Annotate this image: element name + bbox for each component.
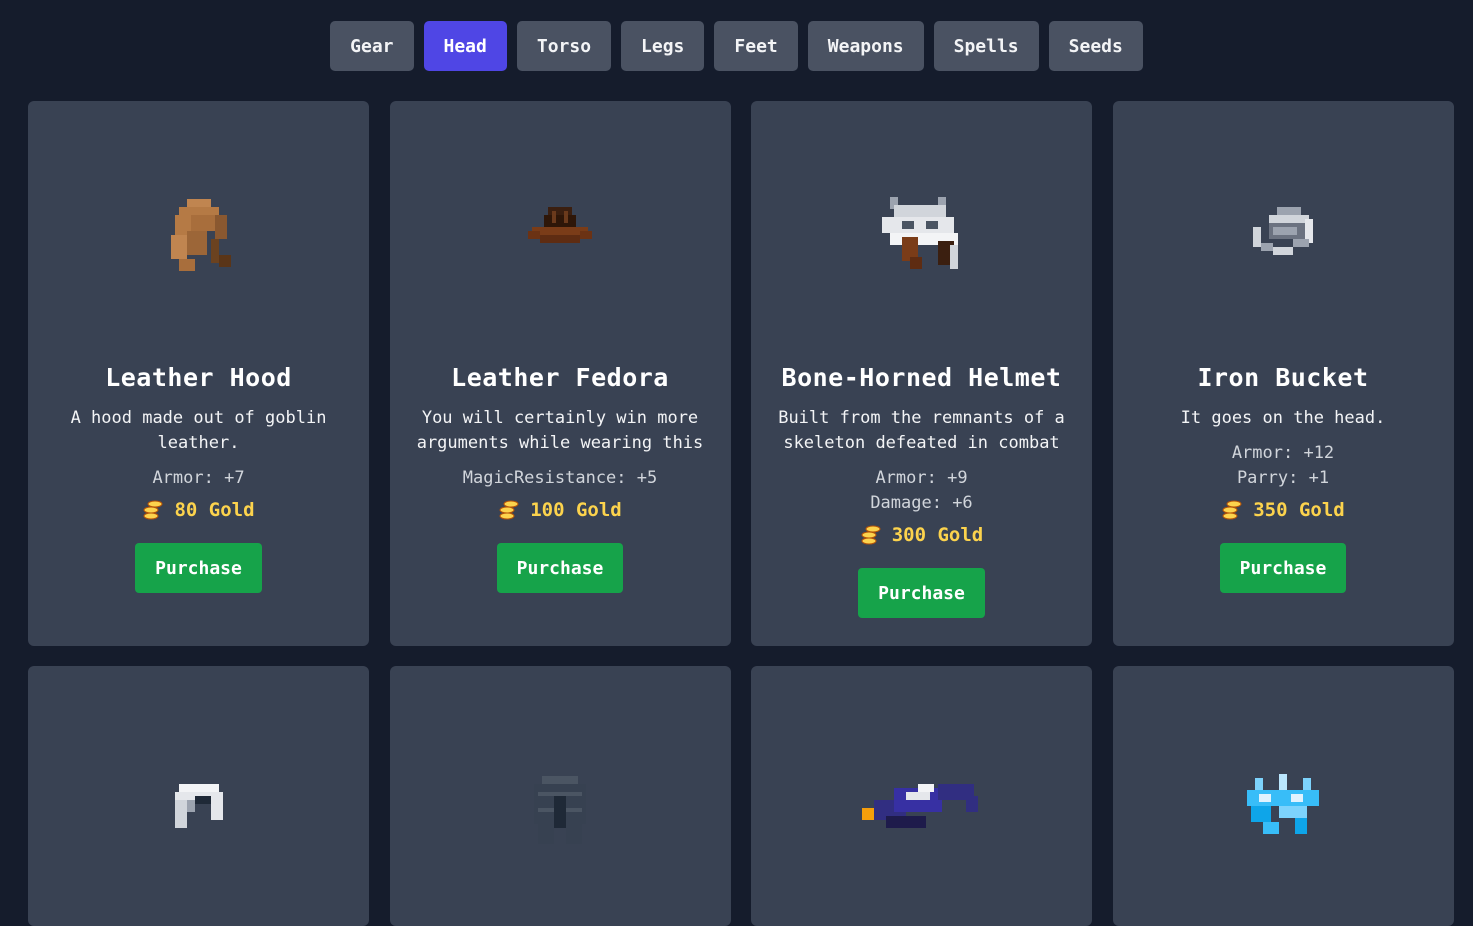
- item-price: 100 Gold: [498, 499, 622, 521]
- item-description: You will certainly win more arguments wh…: [416, 408, 704, 453]
- item-description: Built from the remnants of a skeleton de…: [778, 408, 1065, 453]
- price-label: 350 Gold: [1253, 499, 1345, 521]
- item-stat: Parry: +1: [1236, 468, 1330, 488]
- tab-head[interactable]: Head: [423, 21, 507, 71]
- purchase-button[interactable]: Purchase: [858, 568, 985, 618]
- tab-weapons[interactable]: Weapons: [807, 21, 924, 71]
- item-card: [1112, 666, 1454, 926]
- wizard-hat-icon: [861, 784, 978, 828]
- item-name: Leather Fedora: [451, 363, 669, 392]
- bone-horned-helmet-icon: [881, 197, 958, 269]
- purchase-button[interactable]: Purchase: [1219, 543, 1347, 593]
- tab-legs[interactable]: Legs: [621, 21, 705, 71]
- white-cap-icon: [174, 784, 223, 828]
- item-name: Bone-Horned Helmet: [781, 363, 1062, 392]
- tab-spells[interactable]: Spells: [933, 21, 1039, 71]
- item-card: [389, 666, 731, 926]
- item-stat: Armor: +12: [1231, 443, 1335, 463]
- dark-helmet-icon: [534, 776, 586, 844]
- gold-coins-icon: [143, 500, 163, 520]
- item-card: Iron Bucket It goes on the head. Armor: …: [1112, 101, 1454, 646]
- item-card: Leather Fedora You will certainly win mo…: [389, 101, 731, 646]
- tab-feet[interactable]: Feet: [714, 21, 798, 71]
- item-stat: Armor: +9: [875, 468, 968, 488]
- gold-coins-icon: [861, 525, 881, 545]
- item-stat: Damage: +6: [870, 493, 973, 513]
- item-card: Bone-Horned Helmet Built from the remnan…: [751, 101, 1092, 646]
- purchase-button[interactable]: Purchase: [135, 543, 262, 593]
- item-description: A hood made out of goblin leather.: [70, 408, 327, 453]
- tab-gear[interactable]: Gear: [330, 21, 414, 71]
- price-label: 80 Gold: [174, 499, 255, 521]
- gold-coins-icon: [499, 500, 519, 520]
- item-stat: Armor: +7: [152, 468, 245, 488]
- item-card: [28, 666, 369, 926]
- ice-crown-icon: [1247, 774, 1319, 834]
- item-card: Leather Hood A hood made out of goblin l…: [28, 101, 369, 646]
- item-price: 300 Gold: [860, 524, 984, 546]
- tab-torso[interactable]: Torso: [516, 21, 612, 71]
- purchase-button[interactable]: Purchase: [496, 543, 624, 593]
- price-label: 300 Gold: [891, 524, 984, 546]
- category-tabs: Gear Head Torso Legs Feet Weapons Spells…: [0, 21, 1473, 71]
- gold-coins-icon: [1222, 500, 1242, 520]
- item-card: [751, 666, 1092, 926]
- item-price: 350 Gold: [1221, 499, 1345, 521]
- item-grid: Leather Hood A hood made out of goblin l…: [28, 101, 1454, 926]
- item-price: 80 Gold: [142, 499, 255, 521]
- item-name: Iron Bucket: [1197, 363, 1369, 392]
- leather-fedora-icon: [528, 207, 592, 243]
- item-description: It goes on the head.: [1180, 408, 1386, 428]
- tab-seeds[interactable]: Seeds: [1048, 21, 1143, 71]
- price-label: 100 Gold: [530, 499, 622, 521]
- item-stat: MagicResistance: +5: [462, 468, 658, 488]
- leather-hood-icon: [170, 199, 231, 271]
- iron-bucket-icon: [1253, 207, 1313, 255]
- item-name: Leather Hood: [105, 363, 292, 392]
